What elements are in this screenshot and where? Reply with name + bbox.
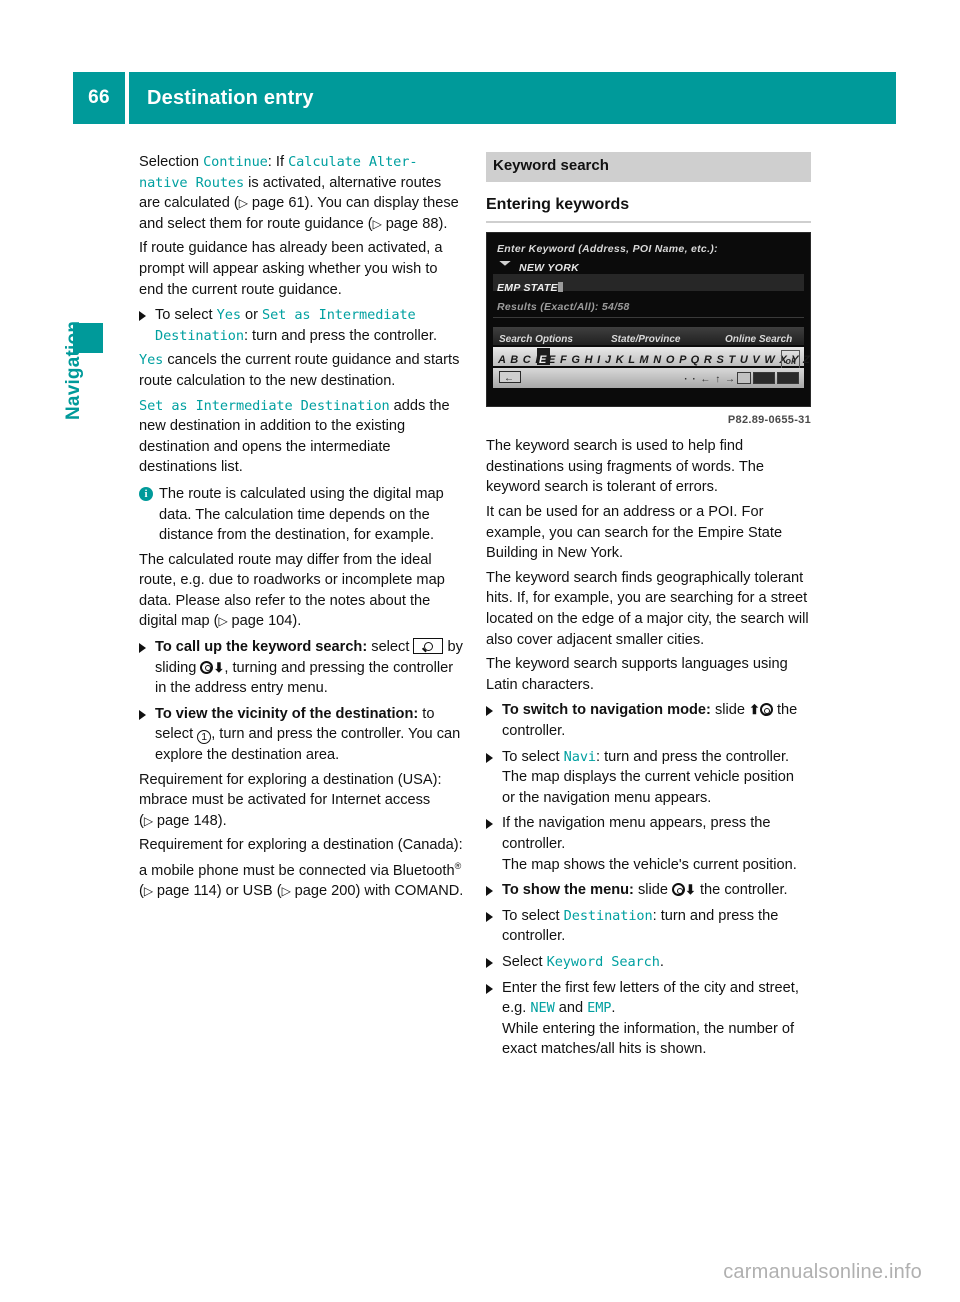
slide-up-arrow-icon: ⬆: [749, 702, 760, 718]
step-select-keyword-search: Select Keyword Search.: [486, 952, 811, 973]
code-new: NEW: [530, 1000, 555, 1017]
info-note: i The route is calculated using the digi…: [139, 484, 464, 546]
bullet-triangle-icon: [486, 706, 493, 717]
code-continue: Continue: [203, 154, 268, 170]
figure-caption: P82.89-0655-31: [727, 413, 811, 426]
step-call-up-keyword-search: To call up the keyword search: select by…: [139, 637, 464, 699]
code-keyword-search: Keyword Search: [546, 953, 660, 970]
display-divider: [493, 316, 804, 318]
device-screenshot-figure: Enter Keyword (Address, POI Name, etc.):…: [486, 231, 811, 431]
code-yes: Yes: [139, 352, 164, 369]
bullet-triangle-icon: [486, 957, 493, 968]
paragraph-keyword-search-intro: The keyword search is used to help find …: [486, 438, 764, 496]
bullet-triangle-icon: [486, 819, 493, 830]
step-switch-navigation-mode: To switch to navigation mode: slide ⬆ th…: [486, 700, 811, 741]
bullet-triangle-icon: [139, 709, 146, 720]
bullet-triangle-icon: [486, 752, 493, 763]
controller-ring-icon: [200, 660, 214, 674]
paragraph-intermediate-behaviour: Set as Intermediate Destination adds the…: [139, 397, 450, 476]
circled-one-icon: 1: [197, 730, 212, 745]
paragraph-latin-characters: The keyword search supports languages us…: [486, 656, 788, 693]
page-ref-icon: ▷: [143, 884, 157, 899]
page-title: Destination entry: [129, 72, 896, 124]
paragraph-yes-behaviour: Yes cancels the current route guidance a…: [139, 352, 460, 389]
page-ref-icon: ▷: [281, 884, 295, 899]
subheading-entering-keywords: Entering keywords: [486, 195, 630, 213]
step-result-text: The map shows the vehicle's current posi…: [502, 856, 797, 873]
alphabet-keyboard-row[interactable]: A B C D E F G H I J K L M N O P Q R S T …: [493, 346, 810, 373]
text-caret-icon: [557, 281, 563, 292]
display-menu-bar: Search Options State/Province Online Sea…: [493, 326, 804, 345]
code-yes: Yes: [216, 307, 241, 324]
paragraph-requirement-canada: Requirement for exploring a destination …: [139, 837, 464, 900]
paragraph-selection-continue: Selection Continue: If Calculate Alter-n…: [139, 154, 459, 232]
paragraph-geographically-tolerant: The keyword search finds geographically …: [486, 569, 809, 648]
code-destination: Destination: [563, 907, 653, 924]
chapter-label: Navigation: [63, 320, 84, 420]
step-view-vicinity: To view the vicinity of the destination:…: [139, 704, 464, 766]
keyboard-function-icons[interactable]: · · ← ↑ →: [684, 370, 800, 391]
paragraph-route-guidance-prompt: If route guidance has already been activ…: [139, 240, 443, 298]
paragraph-calculated-route-note: The calculated route may differ from the…: [139, 551, 445, 630]
magnifier-button-icon: [413, 638, 444, 655]
step-enter-letters: Enter the first few letters of the city …: [486, 978, 811, 1060]
bullet-triangle-icon: [139, 643, 146, 654]
page-header: 66 Destination entry: [73, 72, 896, 124]
paragraph-requirement-usa: Requirement for exploring a destination …: [139, 771, 442, 829]
back-button-icon[interactable]: [499, 369, 521, 389]
page-ref-icon: ▷: [238, 196, 252, 211]
registered-mark: ®: [454, 861, 462, 871]
step-select-yes-or-intermediate: To select Yes or Set as Intermediate Des…: [139, 305, 464, 346]
site-watermark: carmanualsonline.info: [723, 1261, 922, 1283]
bullet-triangle-icon: [139, 311, 146, 322]
info-icon: i: [139, 486, 153, 501]
bullet-triangle-icon: [486, 983, 493, 994]
code-emp: EMP: [587, 1000, 612, 1017]
section-heading-keyword-search: Keyword search: [486, 152, 811, 182]
entry-marker-icon: [499, 260, 511, 266]
heading-rule: [486, 221, 811, 223]
step-result-text: While entering the information, the numb…: [502, 1020, 795, 1058]
step-select-navi: To select Navi: turn and press the contr…: [486, 747, 811, 809]
manual-page: 66 Destination entry Navigation Selectio…: [0, 0, 960, 1302]
step-result-text: The map displays the current vehicle pos…: [502, 769, 795, 806]
results-count-label: Results (Exact/All): 54/58: [497, 300, 630, 313]
space-key-icon[interactable]: [737, 371, 751, 384]
right-column: Keyword search Entering keywords Enter K…: [486, 152, 811, 1064]
delete-key-icon[interactable]: [777, 371, 799, 384]
page-ref-icon: ▷: [218, 614, 232, 629]
step-show-menu: To show the menu: slide ⬇ the controller…: [486, 880, 811, 901]
paragraph-address-or-poi: It can be used for an address or a POI. …: [486, 504, 783, 562]
slide-down-arrow-icon: ⬇: [213, 659, 225, 675]
controller-ring-icon: [759, 703, 773, 717]
street-entry-value: EMP STATE: [497, 278, 563, 299]
step-press-controller: If the navigation menu appears, press th…: [486, 813, 811, 875]
keyword-prompt-label: Enter Keyword (Address, POI Name, etc.):: [497, 242, 718, 255]
page-number: 66: [73, 72, 125, 124]
bullet-triangle-icon: [486, 886, 493, 897]
code-navi: Navi: [563, 748, 596, 765]
abc-key-icon[interactable]: [753, 371, 775, 384]
display-bottom-bar: · · ← ↑ →: [493, 367, 804, 391]
left-column: Selection Continue: If Calculate Alter-n…: [139, 152, 464, 906]
slide-down-arrow-icon: ⬇: [685, 882, 696, 898]
page-ref-icon: ▷: [372, 216, 386, 231]
step-select-destination: To select Destination: turn and press th…: [486, 906, 811, 947]
comand-display: Enter Keyword (Address, POI Name, etc.):…: [486, 231, 811, 407]
code-set-as-intermediate-destination: Set as Intermediate Destination: [139, 397, 390, 414]
controller-ring-icon: [672, 883, 686, 897]
page-ref-icon: ▷: [143, 813, 157, 828]
bullet-triangle-icon: [486, 911, 493, 922]
